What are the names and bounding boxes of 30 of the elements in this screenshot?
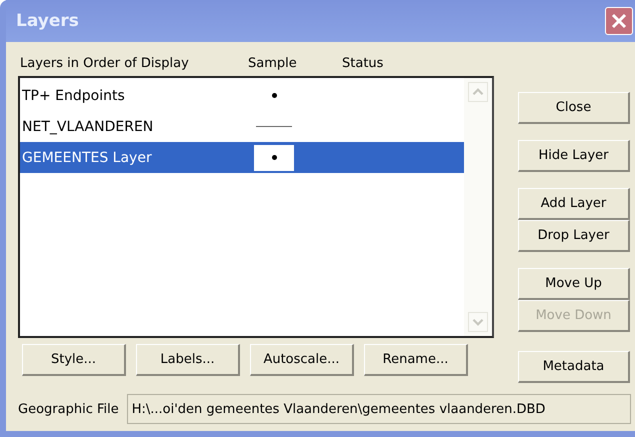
point-symbol-icon [272, 155, 276, 160]
layer-row[interactable]: NET_VLAANDEREN [20, 111, 464, 142]
layer-name: GEMEENTES Layer [21, 150, 153, 166]
file-path-field[interactable]: H:\...oi'den gemeentes Vlaanderen\gemeentes vlaanderen.DBD [126, 394, 631, 424]
layer-name: TP+ Endpoints [21, 88, 126, 104]
layer-row[interactable]: TP+ Endpoints [20, 80, 464, 111]
field-label: Geographic File [18, 402, 119, 416]
window-title: Layers [16, 11, 79, 31]
action-button[interactable]: Style... [22, 344, 126, 376]
action-button[interactable]: Close [518, 92, 630, 124]
action-button[interactable]: Autoscale... [250, 344, 354, 376]
action-button[interactable]: Move Up [518, 268, 630, 300]
column-header: Sample [248, 56, 298, 73]
layer-name: NET_VLAANDEREN [21, 118, 154, 134]
action-button[interactable]: Labels... [136, 344, 240, 376]
action-button[interactable]: Add Layer [518, 188, 630, 220]
scroll-down-icon[interactable] [468, 312, 488, 332]
column-header: Layers in Order of Display [19, 56, 190, 73]
close-button[interactable] [605, 7, 633, 35]
close-icon [610, 12, 628, 30]
column-header: Status [342, 56, 384, 73]
scroll-bar[interactable] [464, 78, 492, 336]
layer-row[interactable]: GEMEENTES Layer [20, 142, 464, 173]
action-button[interactable]: Hide Layer [518, 140, 630, 172]
action-button[interactable]: Drop Layer [518, 220, 630, 252]
line-symbol-icon [256, 126, 292, 127]
scroll-up-icon[interactable] [468, 82, 488, 102]
action-button[interactable]: Rename... [364, 344, 468, 376]
point-symbol-icon [272, 93, 276, 98]
metadata-button[interactable]: Metadata [518, 351, 630, 383]
